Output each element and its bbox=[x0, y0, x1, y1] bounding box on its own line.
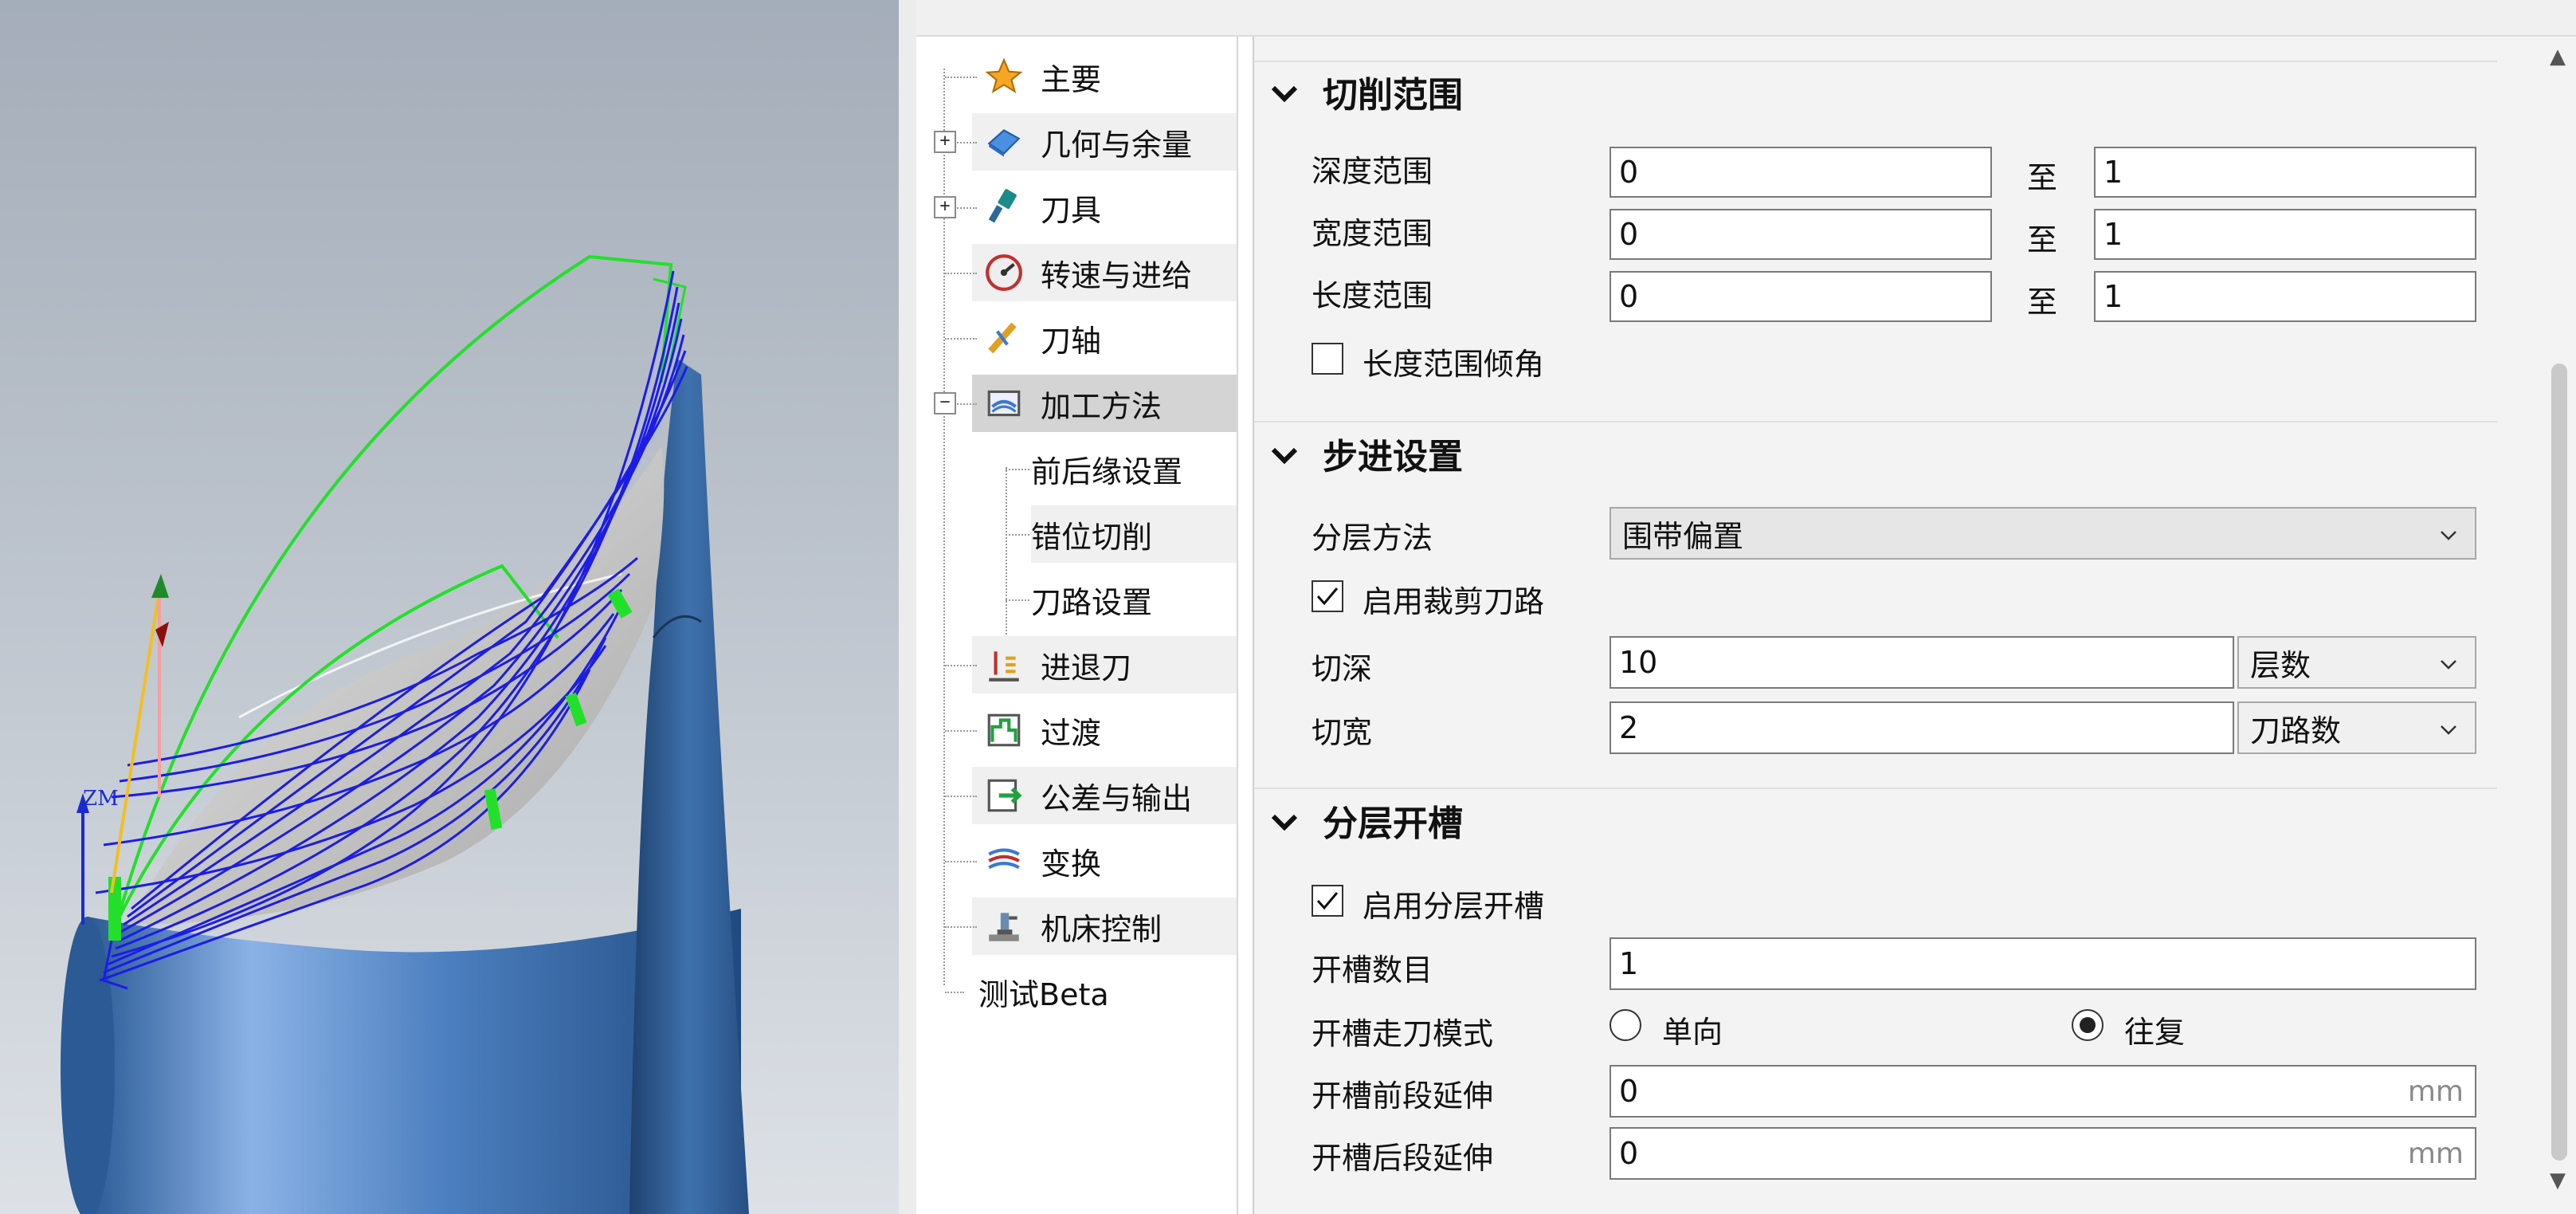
slot-back-ext-label: 开槽后段延伸 bbox=[1312, 1141, 1494, 1176]
trim-toolpath-checkbox[interactable] bbox=[1312, 580, 1343, 612]
tree-item-tool[interactable]: + 刀具 bbox=[916, 179, 1237, 236]
export-icon bbox=[983, 775, 1025, 816]
cut-width-mode-select[interactable]: 刀路数 bbox=[2237, 701, 2476, 754]
section-slot-header[interactable]: 分层开槽 bbox=[1270, 792, 1463, 848]
depth-range-label: 深度范围 bbox=[1312, 154, 1433, 189]
to-label: 至 bbox=[2027, 285, 2058, 320]
checkmark-icon bbox=[1316, 587, 1339, 606]
slot-mode-oneway-label: 单向 bbox=[1662, 1015, 1723, 1050]
slot-mode-zigzag-label: 往复 bbox=[2124, 1015, 2186, 1050]
slot-mode-label: 开槽走刀模式 bbox=[1312, 1016, 1494, 1051]
scroll-up-icon[interactable]: ▲ bbox=[2550, 45, 2566, 69]
scroll-down-icon[interactable]: ▼ bbox=[2550, 1169, 2566, 1192]
slot-count-label: 开槽数目 bbox=[1312, 953, 1433, 988]
tree-item-tolerance-output[interactable]: 公差与输出 bbox=[916, 767, 1237, 824]
tree-item-test-beta[interactable]: 测试Beta bbox=[916, 963, 1237, 1020]
tree-item-machine-control[interactable]: 机床控制 bbox=[916, 898, 1237, 955]
slot-front-ext-label: 开槽前段延伸 bbox=[1312, 1078, 1494, 1114]
tree-item-machining-method[interactable]: − 加工方法 bbox=[916, 375, 1237, 432]
length-tilt-checkbox[interactable] bbox=[1312, 343, 1343, 375]
chevron-down-icon bbox=[1270, 72, 1302, 112]
enable-slot-label: 启用分层开槽 bbox=[1362, 889, 1545, 924]
unit-label: mm bbox=[2407, 1137, 2464, 1170]
geometry-icon bbox=[983, 121, 1025, 163]
star-icon bbox=[983, 56, 1025, 97]
collapse-icon[interactable]: − bbox=[934, 392, 956, 414]
cut-depth-mode-select[interactable]: 层数 bbox=[2237, 636, 2476, 689]
chevron-down-icon bbox=[2437, 714, 2460, 749]
length-tilt-label: 长度范围倾角 bbox=[1362, 347, 1545, 382]
unit-label: mm bbox=[2407, 1075, 2464, 1108]
splitter[interactable] bbox=[899, 0, 916, 1214]
tree-item-tool-axis[interactable]: 刀轴 bbox=[916, 309, 1237, 367]
3d-viewport[interactable]: ZM bbox=[0, 0, 899, 1214]
tree-item-geometry[interactable]: + 几何与余量 bbox=[916, 113, 1237, 171]
chevron-down-icon bbox=[1270, 800, 1302, 841]
depth-range-to-input[interactable]: 1 bbox=[2094, 147, 2476, 198]
tree-item-transform[interactable]: 变换 bbox=[916, 832, 1237, 890]
layer-method-select[interactable]: 围带偏置 bbox=[1610, 507, 2476, 560]
cut-depth-label: 切深 bbox=[1312, 651, 1373, 686]
to-label: 至 bbox=[2027, 222, 2058, 257]
chevron-down-icon bbox=[2437, 520, 2460, 555]
enable-slot-checkbox[interactable] bbox=[1312, 885, 1343, 917]
scrollbar-thumb[interactable] bbox=[2551, 363, 2567, 1161]
cut-width-label: 切宽 bbox=[1312, 715, 1373, 750]
nav-tree: 主要 + 几何与余量 + 刀具 转速与进给 刀轴 − 加工方法 前后缘设置 错位… bbox=[916, 37, 1238, 1214]
vertical-scrollbar[interactable]: ▲ ▼ bbox=[2543, 37, 2576, 1214]
tree-item-transition[interactable]: 过渡 bbox=[916, 701, 1237, 759]
slot-front-ext-input[interactable]: 0 mm bbox=[1610, 1065, 2476, 1118]
speed-gauge-icon bbox=[983, 252, 1025, 293]
top-bar bbox=[916, 0, 2576, 37]
chevron-down-icon bbox=[1270, 434, 1302, 474]
chevron-down-icon bbox=[2437, 649, 2460, 684]
length-range-label: 长度范围 bbox=[1312, 278, 1433, 313]
tree-subitem-offset-cut[interactable]: 错位切削 bbox=[994, 505, 1237, 563]
tree-subitem-toolpath-settings[interactable]: 刀路设置 bbox=[994, 571, 1237, 628]
section-step-header[interactable]: 步进设置 bbox=[1270, 426, 1463, 481]
machine-icon bbox=[983, 906, 1025, 947]
tool-icon bbox=[983, 187, 1025, 228]
length-range-from-input[interactable]: 0 bbox=[1610, 271, 1992, 322]
tree-item-lead-in-out[interactable]: 进退刀 bbox=[916, 636, 1237, 693]
expand-icon[interactable]: + bbox=[934, 131, 956, 153]
cut-width-input[interactable]: 2 bbox=[1610, 701, 2234, 754]
transform-icon bbox=[983, 840, 1025, 882]
tree-subitem-edge-settings[interactable]: 前后缘设置 bbox=[994, 440, 1237, 497]
tree-item-main[interactable]: 主要 bbox=[916, 48, 1237, 105]
trim-toolpath-label: 启用裁剪刀路 bbox=[1362, 584, 1545, 619]
checkmark-icon bbox=[1316, 892, 1339, 910]
layer-method-label: 分层方法 bbox=[1312, 521, 1433, 556]
properties-panel: 切削范围 深度范围 0 至 1 宽度范围 0 至 1 长度范围 0 至 1 长度… bbox=[1253, 37, 2545, 1214]
slot-mode-oneway-radio[interactable] bbox=[1610, 1009, 1641, 1041]
slot-back-ext-input[interactable]: 0 mm bbox=[1610, 1127, 2476, 1180]
transition-icon bbox=[983, 709, 1025, 751]
tree-item-speed-feed[interactable]: 转速与进给 bbox=[916, 244, 1237, 301]
slot-mode-zigzag-radio[interactable] bbox=[2072, 1009, 2104, 1041]
depth-range-from-input[interactable]: 0 bbox=[1610, 147, 1992, 198]
axis-label: ZM bbox=[83, 787, 119, 811]
width-range-from-input[interactable]: 0 bbox=[1610, 209, 1992, 260]
width-range-label: 宽度范围 bbox=[1312, 216, 1433, 251]
to-label: 至 bbox=[2027, 160, 2058, 195]
section-cut-range-header[interactable]: 切削范围 bbox=[1270, 64, 1463, 120]
tool-axis-icon bbox=[983, 317, 1025, 359]
lead-in-out-icon bbox=[983, 644, 1025, 686]
expand-icon[interactable]: + bbox=[934, 196, 956, 218]
length-range-to-input[interactable]: 1 bbox=[2094, 271, 2476, 322]
machining-method-icon bbox=[983, 383, 1025, 424]
slot-count-input[interactable]: 1 bbox=[1610, 937, 2476, 990]
cut-depth-input[interactable]: 10 bbox=[1610, 636, 2234, 689]
width-range-to-input[interactable]: 1 bbox=[2094, 209, 2476, 260]
toolpath-render: ZM bbox=[61, 254, 749, 1214]
